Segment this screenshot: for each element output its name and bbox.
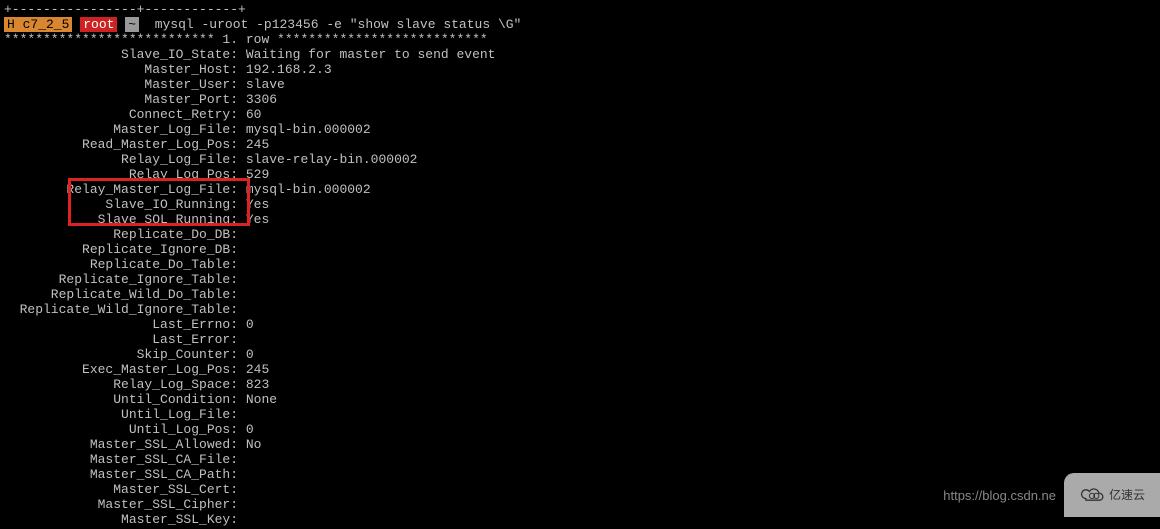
status-row: Relay_Master_Log_File: mysql-bin.000002 (4, 182, 1156, 197)
table-border-top: +----------------+------------+ (4, 2, 1156, 17)
status-row: Master_Log_File: mysql-bin.000002 (4, 122, 1156, 137)
logo-text: 亿速云 (1109, 488, 1145, 503)
status-row: Master_Port: 3306 (4, 92, 1156, 107)
cloud-icon (1079, 486, 1105, 504)
status-row: Replicate_Do_Table: (4, 257, 1156, 272)
status-row: Replicate_Ignore_Table: (4, 272, 1156, 287)
status-row: Exec_Master_Log_Pos: 245 (4, 362, 1156, 377)
status-row: Connect_Retry: 60 (4, 107, 1156, 122)
status-row: Until_Log_Pos: 0 (4, 422, 1156, 437)
status-row: Slave_IO_Running: Yes (4, 197, 1156, 212)
status-row: Replicate_Wild_Do_Table: (4, 287, 1156, 302)
logo-badge: 亿速云 (1064, 473, 1160, 517)
status-row: Relay_Log_Space: 823 (4, 377, 1156, 392)
command-text: mysql -uroot -p123456 -e "show slave sta… (155, 17, 522, 32)
status-row: Slave_SQL_Running: Yes (4, 212, 1156, 227)
status-row: Last_Error: (4, 332, 1156, 347)
status-row: Until_Condition: None (4, 392, 1156, 407)
status-row: Replicate_Wild_Ignore_Table: (4, 302, 1156, 317)
status-row: Slave_IO_State: Waiting for master to se… (4, 47, 1156, 62)
status-row: Replicate_Ignore_DB: (4, 242, 1156, 257)
status-row: Last_Errno: 0 (4, 317, 1156, 332)
status-row: Skip_Counter: 0 (4, 347, 1156, 362)
watermark-text: https://blog.csdn.ne (943, 488, 1056, 503)
root-badge: root (80, 17, 117, 32)
status-row: Master_User: slave (4, 77, 1156, 92)
status-row: Master_SSL_Allowed: No (4, 437, 1156, 452)
status-row: Read_Master_Log_Pos: 245 (4, 137, 1156, 152)
row-header: *************************** 1. row *****… (4, 32, 1156, 47)
host-badge: H c7_2_5 (4, 17, 72, 32)
status-rows-container: Slave_IO_State: Waiting for master to se… (4, 47, 1156, 527)
status-row: Until_Log_File: (4, 407, 1156, 422)
status-row: Master_SSL_Key: (4, 512, 1156, 527)
prompt-line: H c7_2_5 root ~ mysql -uroot -p123456 -e… (4, 17, 1156, 32)
tilde-badge: ~ (125, 17, 139, 32)
status-row: Master_Host: 192.168.2.3 (4, 62, 1156, 77)
terminal-output[interactable]: +----------------+------------+ H c7_2_5… (0, 0, 1160, 529)
status-row: Replicate_Do_DB: (4, 227, 1156, 242)
status-row: Master_SSL_CA_Path: (4, 467, 1156, 482)
status-row: Master_SSL_CA_File: (4, 452, 1156, 467)
status-row: Relay_Log_File: slave-relay-bin.000002 (4, 152, 1156, 167)
status-row: Relay_Log_Pos: 529 (4, 167, 1156, 182)
